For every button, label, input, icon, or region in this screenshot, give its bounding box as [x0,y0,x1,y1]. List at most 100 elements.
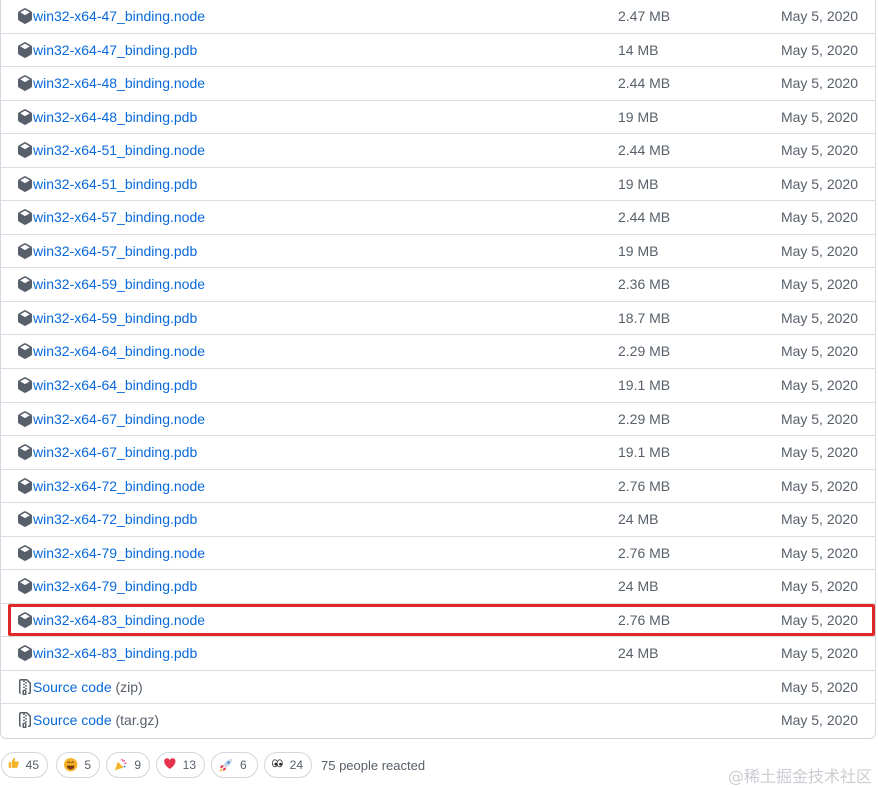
asset-link[interactable]: Source code (zip) [33,679,143,696]
reaction-count: 24 [289,758,303,772]
reaction-laugh-button[interactable]: 5 [56,752,100,778]
asset-link[interactable]: win32-x64-48_binding.node [33,75,205,92]
asset-link[interactable]: win32-x64-79_binding.node [33,545,205,562]
asset-link[interactable]: win32-x64-83_binding.pdb [33,645,197,662]
asset-name: win32-x64-79_binding.pdb [33,578,198,595]
package-icon [17,611,33,628]
package-icon [17,242,33,259]
asset-row: win32-x64-47_binding.node 2.47 MB May 5, 2… [1,0,875,34]
asset-row: win32-x64-57_binding.pdb 19 MB May 5, 2020 [1,235,875,269]
reaction-count: 9 [134,758,141,772]
asset-link[interactable]: win32-x64-67_binding.node [33,411,205,428]
package-icon [17,410,33,427]
asset-name: win32-x64-59_binding.node [33,276,206,293]
asset-size: 2.44 MB [618,75,671,92]
asset-name: win32-x64-79_binding.node [33,544,206,561]
package-icon [17,41,33,58]
asset-size: 2.76 MB [618,611,671,628]
asset-row: win32-x64-47_binding.pdb 14 MB May 5, 2020 [1,34,875,68]
package-icon [17,8,33,24]
asset-link[interactable]: win32-x64-83_binding.node [33,612,205,629]
asset-link[interactable]: win32-x64-57_binding.pdb [33,243,197,260]
package-icon [17,578,33,595]
asset-link[interactable]: win32-x64-79_binding.pdb [33,578,197,595]
asset-name: win32-x64-48_binding.node [33,75,206,92]
asset-link[interactable]: win32-x64-51_binding.node [33,142,205,159]
asset-size: 2.29 MB [618,343,671,360]
asset-row: Source code (tar.gz) May 5, 2020 [1,704,875,738]
asset-date: May 5, 2020 [780,544,858,561]
thumbs-up-icon [8,757,20,773]
asset-link[interactable]: win32-x64-57_binding.node [33,209,205,226]
watermark: @稀土掘金技术社区 [727,767,872,786]
asset-date: May 5, 2020 [780,8,858,24]
asset-date: May 5, 2020 [780,276,858,293]
asset-date: May 5, 2020 [780,108,858,125]
asset-name: win32-x64-57_binding.node [33,209,206,226]
reactions-summary: 75 people reacted [321,758,426,773]
release-assets-list: win32-x64-47_binding.node 2.47 MB May 5, 2… [0,0,876,740]
asset-link[interactable]: win32-x64-47_binding.node [33,8,205,25]
asset-size: 2.29 MB [618,410,671,427]
asset-link[interactable]: win32-x64-67_binding.pdb [33,444,197,461]
asset-date: May 5, 2020 [780,175,858,192]
package-icon [17,75,33,91]
asset-row: win32-x64-59_binding.pdb 18.7 MB May 5, 20… [1,302,875,336]
asset-format: (tar.gz) [111,712,160,729]
reaction-eyes-button[interactable]: 24 [264,752,312,778]
reaction-heart-button[interactable]: 13 [156,752,205,778]
asset-row: win32-x64-79_binding.pdb 24 MB May 5, 2020 [1,570,875,604]
eyes-icon [271,757,284,773]
file-zip-icon [17,712,33,729]
asset-name: win32-x64-47_binding.node [33,8,206,24]
asset-link[interactable]: win32-x64-64_binding.node [33,343,205,360]
asset-name: win32-x64-67_binding.pdb [33,444,198,461]
asset-row: win32-x64-51_binding.pdb 19 MB May 5, 2020 [1,168,875,202]
asset-link[interactable]: win32-x64-59_binding.pdb [33,310,197,327]
asset-row: win32-x64-64_binding.pdb 19.1 MB May 5, 20… [1,369,875,403]
package-icon [17,444,33,460]
asset-link[interactable]: win32-x64-72_binding.node [33,478,205,495]
asset-date: May 5, 2020 [780,377,858,394]
asset-date: May 5, 2020 [780,444,858,461]
reaction-rocket-button[interactable]: 6 [211,752,258,778]
reaction-count: 45 [25,758,39,772]
asset-name: win32-x64-59_binding.pdb [33,309,198,326]
asset-name: win32-x64-64_binding.pdb [33,377,198,394]
asset-link[interactable]: win32-x64-47_binding.pdb [33,42,197,59]
asset-size: 19 MB [618,108,659,125]
asset-row: win32-x64-67_binding.node 2.29 MB May 5, 2… [1,403,875,437]
package-icon [17,175,33,192]
reaction-thumbs-up-button[interactable]: 45 [1,752,48,778]
asset-date: May 5, 2020 [780,309,858,326]
asset-link[interactable]: win32-x64-72_binding.pdb [33,511,197,528]
laugh-icon [63,757,78,773]
asset-name: win32-x64-72_binding.node [33,477,206,494]
asset-row: win32-x64-57_binding.node 2.44 MB May 5, 2… [1,201,875,235]
asset-size: 2.44 MB [618,142,671,159]
asset-size: 24 MB [618,511,659,528]
asset-name: win32-x64-83_binding.pdb [33,645,198,662]
asset-link[interactable]: win32-x64-64_binding.pdb [33,377,197,394]
asset-row: win32-x64-83_binding.pdb 24 MB May 5, 2020 [1,637,875,671]
asset-size: 2.44 MB [618,209,671,226]
asset-size: 2.47 MB [618,8,671,24]
asset-date: May 5, 2020 [780,477,858,494]
package-icon [17,645,33,662]
reaction-hooray-button[interactable]: 9 [106,752,150,778]
asset-name: win32-x64-57_binding.pdb [33,242,198,259]
asset-name: win32-x64-48_binding.pdb [33,108,198,125]
package-icon [17,544,33,561]
asset-date: May 5, 2020 [780,611,858,628]
asset-link[interactable]: win32-x64-48_binding.pdb [33,109,197,126]
asset-link[interactable]: Source code (tar.gz) [33,712,159,729]
asset-date: May 5, 2020 [780,75,858,92]
asset-link[interactable]: win32-x64-51_binding.pdb [33,176,197,193]
package-icon [17,511,33,528]
asset-link[interactable]: win32-x64-59_binding.node [33,276,205,293]
asset-size: 24 MB [618,645,659,662]
reaction-count: 13 [182,758,196,772]
asset-row: win32-x64-67_binding.pdb 19.1 MB May 5, 20… [1,436,875,470]
asset-date: May 5, 2020 [780,511,858,528]
asset-date: May 5, 2020 [780,678,858,695]
